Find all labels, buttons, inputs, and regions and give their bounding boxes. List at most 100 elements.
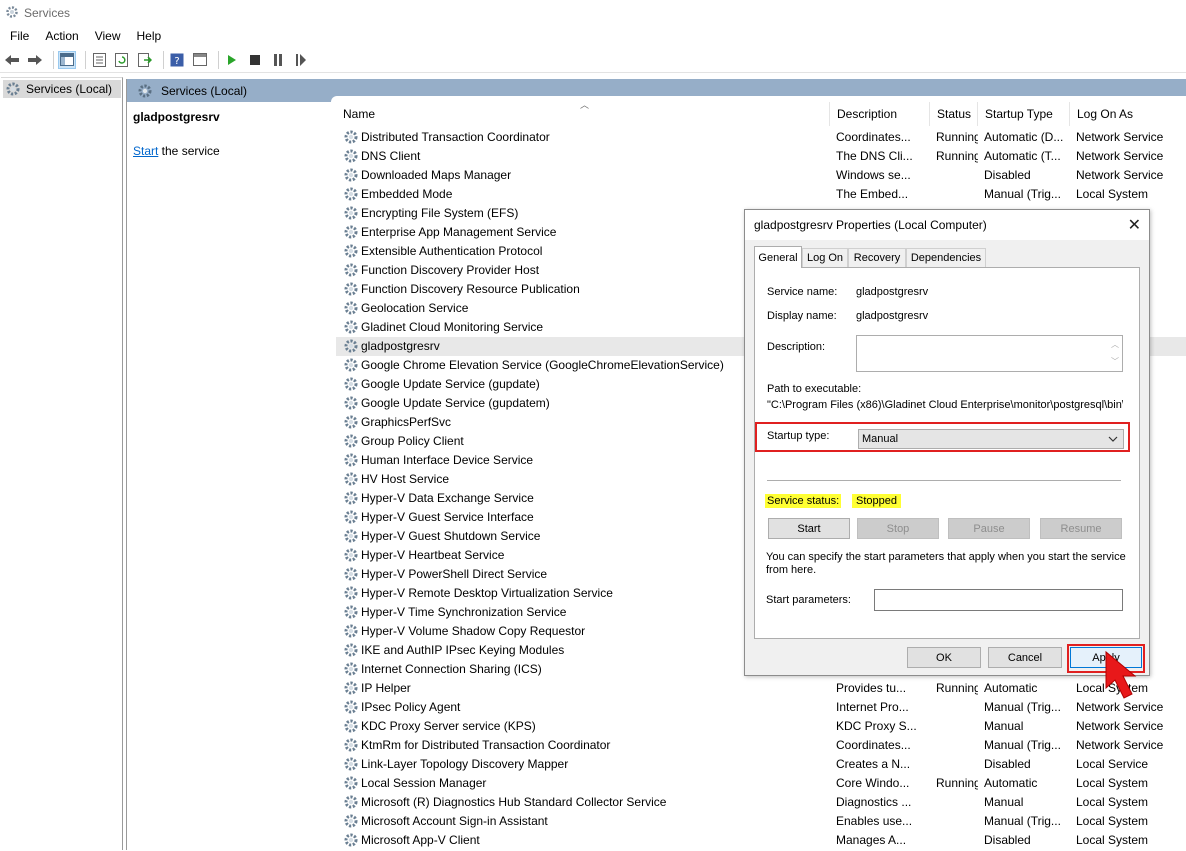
service-name-label: Service name:	[767, 286, 838, 298]
stop-button[interactable]: Stop	[857, 518, 939, 539]
service-row[interactable]: Downloaded Maps Manager Windows se... Disa…	[336, 166, 1186, 185]
pause-button[interactable]: Pause	[948, 518, 1030, 539]
console-window-icon[interactable]	[191, 51, 209, 69]
scroll-up-icon[interactable]: ︿	[1108, 336, 1122, 353]
toolbar-separator	[53, 50, 54, 69]
column-header-status[interactable]: Status	[930, 102, 978, 126]
service-name-value: gladpostgresrv	[856, 286, 929, 298]
start-params-label: Start parameters:	[766, 594, 851, 606]
service-gear-icon	[343, 699, 359, 715]
service-gear-icon	[343, 490, 359, 506]
service-name-cell: Distributed Transaction Coordinator	[361, 130, 550, 144]
service-gear-icon	[343, 680, 359, 696]
service-row[interactable]: IPsec Policy Agent Internet Pro... Manual …	[336, 698, 1186, 717]
service-gear-icon	[343, 281, 359, 297]
service-gear-icon	[343, 433, 359, 449]
export-list-icon[interactable]	[136, 51, 154, 69]
column-header-name[interactable]: Name	[336, 102, 830, 126]
service-gear-icon	[343, 471, 359, 487]
service-row[interactable]: Embedded Mode The Embed... Manual (Trig...…	[336, 185, 1186, 204]
menu-help[interactable]: Help	[129, 29, 170, 43]
service-row[interactable]: Microsoft Account Sign-in Assistant Enabl…	[336, 812, 1186, 831]
menu-file[interactable]: File	[2, 29, 37, 43]
service-description-cell: Core Windo...	[836, 776, 910, 790]
service-name-cell: DNS Client	[361, 149, 421, 163]
service-startup-cell: Automatic	[984, 776, 1038, 790]
service-description-cell: Enables use...	[836, 814, 913, 828]
service-name-cell: Local Session Manager	[361, 776, 487, 790]
toolbar-separator	[85, 50, 86, 69]
red-pointer-arrow-icon	[1100, 648, 1150, 708]
service-status-cell: Running	[936, 681, 978, 695]
tab-recovery[interactable]: Recovery	[848, 248, 906, 267]
tab-log-on[interactable]: Log On	[802, 248, 848, 267]
service-gear-icon	[343, 357, 359, 373]
service-status-cell: Running	[936, 130, 978, 144]
service-description-cell: The DNS Cli...	[836, 149, 913, 163]
service-startup-cell: Manual	[984, 795, 1024, 809]
service-description-cell: Coordinates...	[836, 738, 911, 752]
service-row[interactable]: Microsoft (R) Diagnostics Hub Standard C…	[336, 793, 1186, 812]
service-description-cell: Manages A...	[836, 833, 907, 847]
service-row[interactable]: Link-Layer Topology Discovery Mapper Crea…	[336, 755, 1186, 774]
service-startup-cell: Manual (Trig...	[984, 187, 1061, 201]
service-logon-cell: Local System	[1076, 814, 1149, 828]
tab-dependencies[interactable]: Dependencies	[906, 248, 986, 267]
service-name-cell: Link-Layer Topology Discovery Mapper	[361, 757, 569, 771]
service-name-cell: IP Helper	[361, 681, 411, 695]
service-row[interactable]: Local Session Manager Core Windo... Runnin…	[336, 774, 1186, 793]
pause-service-icon[interactable]	[269, 51, 287, 69]
service-gear-icon	[343, 186, 359, 202]
menu-action[interactable]: Action	[37, 29, 86, 43]
column-header-description[interactable]: Description	[830, 102, 930, 126]
stop-service-icon[interactable]	[246, 51, 264, 69]
show-console-tree-icon[interactable]	[58, 50, 76, 69]
start-params-hint: You can specify the start parameters tha…	[766, 551, 1126, 576]
service-name-cell: Microsoft App-V Client	[361, 833, 480, 847]
dialog-titlebar: gladpostgresrv Properties (Local Compute…	[745, 210, 1149, 240]
start-service-link[interactable]: Start	[133, 144, 158, 158]
column-header-startup-type[interactable]: Startup Type	[978, 102, 1070, 126]
service-startup-cell: Manual (Trig...	[984, 700, 1061, 714]
service-name-cell: Microsoft Account Sign-in Assistant	[361, 814, 548, 828]
service-gear-icon	[343, 338, 359, 354]
resume-button[interactable]: Resume	[1040, 518, 1122, 539]
description-textbox[interactable]: ︿ ﹀	[856, 335, 1123, 372]
back-arrow-icon[interactable]	[3, 51, 21, 69]
close-icon[interactable]: ✕	[1128, 215, 1141, 235]
service-description-cell: Windows se...	[836, 168, 911, 182]
service-description-cell: KDC Proxy S...	[836, 719, 917, 733]
service-name-cell: IPsec Policy Agent	[361, 700, 461, 714]
scroll-down-icon[interactable]: ﹀	[1108, 353, 1122, 370]
path-value: "C:\Program Files (x86)\Gladinet Cloud E…	[767, 399, 1123, 411]
startup-type-select[interactable]: Manual	[858, 429, 1124, 449]
service-gear-icon	[343, 205, 359, 221]
column-header-log-on-as[interactable]: Log On As	[1070, 102, 1186, 126]
resume-service-icon[interactable]	[292, 51, 310, 69]
service-row[interactable]: KDC Proxy Server service (KPS) KDC Proxy …	[336, 717, 1186, 736]
path-label: Path to executable:	[767, 383, 862, 395]
window-titlebar: Services	[0, 0, 1186, 26]
description-scrollbar[interactable]: ︿ ﹀	[1108, 336, 1122, 371]
start-button[interactable]: Start	[768, 518, 850, 539]
service-row[interactable]: IP Helper Provides tu... Running Automatic L…	[336, 679, 1186, 698]
forward-arrow-icon[interactable]	[26, 51, 44, 69]
help-icon[interactable]: ?	[168, 51, 186, 69]
tab-general[interactable]: General	[754, 246, 802, 268]
svg-text:?: ?	[174, 56, 179, 67]
service-logon-cell: Local System	[1076, 795, 1149, 809]
service-row[interactable]: Distributed Transaction Coordinator Coord…	[336, 128, 1186, 147]
service-row[interactable]: DNS Client The DNS Cli... Running Automatic…	[336, 147, 1186, 166]
start-parameters-input[interactable]	[874, 589, 1123, 611]
properties-icon[interactable]	[90, 51, 108, 69]
start-service-play-icon[interactable]	[223, 51, 241, 69]
service-gear-icon	[343, 243, 359, 259]
service-row[interactable]: Microsoft App-V Client Manages A... Disabl…	[336, 831, 1186, 850]
cancel-button[interactable]: Cancel	[988, 647, 1062, 668]
tree-item-services-local[interactable]: Services (Local)	[3, 80, 121, 98]
selected-service-name: gladpostgresrv	[133, 110, 220, 124]
ok-button[interactable]: OK	[907, 647, 981, 668]
refresh-icon[interactable]	[113, 51, 131, 69]
menu-view[interactable]: View	[87, 29, 129, 43]
service-row[interactable]: KtmRm for Distributed Transaction Coordi…	[336, 736, 1186, 755]
